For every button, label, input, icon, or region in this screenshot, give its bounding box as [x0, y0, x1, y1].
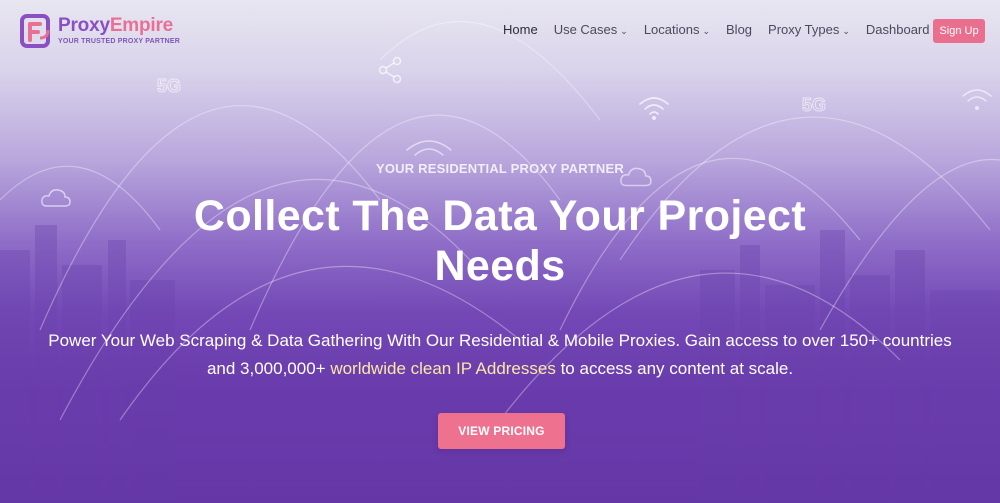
wifi-icon	[639, 97, 669, 120]
chevron-down-icon: ⌄	[702, 26, 711, 36]
5g-icon: 5G	[802, 95, 827, 116]
hero-subtext-highlight: worldwide clean IP Addresses	[330, 359, 556, 378]
nav-item-home[interactable]: Home	[503, 20, 538, 40]
5g-icon: 5G	[157, 76, 182, 97]
site-header: ProxyEmpire YOUR TRUSTED PROXY PARTNER H…	[0, 0, 1000, 62]
brand-name: ProxyEmpire	[58, 15, 174, 36]
signup-button[interactable]: Sign Up	[933, 19, 985, 43]
wifi-icon	[406, 140, 452, 156]
hero-eyebrow: YOUR RESIDENTIAL PROXY PARTNER	[376, 161, 624, 176]
hero-headline: Collect The Data Your Project Needs	[193, 192, 807, 290]
view-pricing-button[interactable]: VIEW PRICING	[438, 413, 565, 449]
brand-logo[interactable]: ProxyEmpire YOUR TRUSTED PROXY PARTNER	[18, 12, 180, 50]
logo-mark-icon	[20, 14, 50, 48]
brand-tagline: YOUR TRUSTED PROXY PARTNER	[58, 38, 181, 45]
nav-item-locations[interactable]: Locations ⌄	[644, 20, 710, 40]
wifi-icon	[962, 89, 992, 110]
nav-item-dashboard[interactable]: Dashboard	[866, 20, 930, 40]
chevron-down-icon: ⌄	[620, 26, 628, 36]
svg-text:5G: 5G	[157, 76, 181, 96]
cloud-icon	[41, 189, 71, 207]
nav-item-blog[interactable]: Blog	[726, 20, 752, 40]
nav-item-proxy-types[interactable]: Proxy Types ⌄	[768, 20, 850, 40]
main-nav: Home Use Cases ⌄ Locations ⌄ Blog Proxy Ty…	[503, 20, 946, 40]
nav-item-use-cases[interactable]: Use Cases ⌄	[554, 20, 628, 40]
chevron-down-icon: ⌄	[842, 26, 850, 36]
svg-text:5G: 5G	[802, 95, 826, 115]
hero-subtext: Power Your Web Scraping & Data Gathering…	[48, 331, 952, 378]
